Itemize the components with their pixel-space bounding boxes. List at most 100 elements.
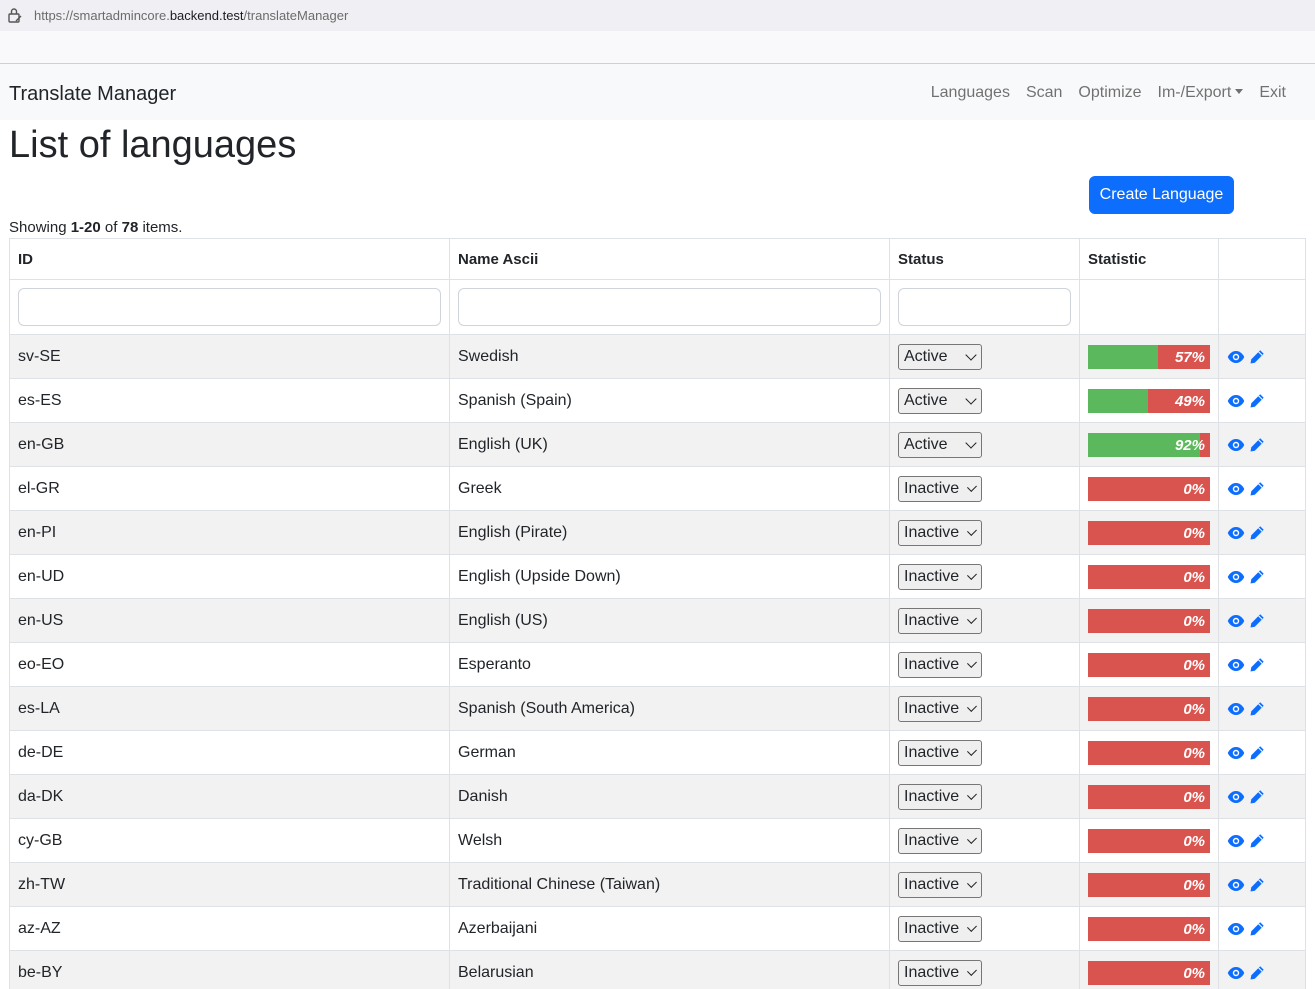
status-select[interactable]: Inactive [898, 651, 982, 678]
nav-link-scan[interactable]: Scan [1026, 84, 1062, 102]
edit-link[interactable] [1249, 569, 1265, 585]
nav-link-exit[interactable]: Exit [1259, 84, 1286, 102]
view-link[interactable] [1227, 658, 1245, 672]
eye-icon [1227, 570, 1245, 583]
status-select[interactable]: Inactive [898, 475, 982, 502]
cell-id: be-BY [9, 950, 450, 989]
edit-link[interactable] [1249, 349, 1265, 365]
cell-name: Swedish [449, 334, 890, 379]
pencil-icon [1250, 789, 1264, 803]
column-header-id[interactable]: ID [9, 238, 450, 280]
cell-name: Belarusian [449, 950, 890, 989]
cell-statistic: 0% [1079, 466, 1219, 511]
edit-link[interactable] [1249, 393, 1265, 409]
summary-mid: of [100, 219, 122, 236]
pencil-icon [1250, 965, 1264, 979]
status-select[interactable]: Inactive [898, 739, 982, 766]
cell-actions [1218, 730, 1306, 775]
edit-link[interactable] [1249, 525, 1265, 541]
edit-link[interactable] [1249, 877, 1265, 893]
pencil-icon [1250, 393, 1264, 407]
view-link[interactable] [1227, 746, 1245, 760]
filter-status-input[interactable] [898, 288, 1071, 326]
status-select[interactable]: Inactive [898, 871, 982, 898]
cell-status: Active [889, 334, 1080, 379]
view-link[interactable] [1227, 922, 1245, 936]
view-link[interactable] [1227, 614, 1245, 628]
status-select[interactable]: Active [898, 387, 982, 414]
table-header-row: ID Name Ascii Status Statistic [9, 238, 1306, 280]
view-link[interactable] [1227, 834, 1245, 848]
filter-cell-actions [1218, 279, 1306, 335]
cell-actions [1218, 334, 1306, 379]
status-select[interactable]: Inactive [898, 915, 982, 942]
cell-statistic: 0% [1079, 510, 1219, 555]
status-select[interactable]: Inactive [898, 783, 982, 810]
view-link[interactable] [1227, 966, 1245, 980]
edit-link[interactable] [1249, 481, 1265, 497]
view-link[interactable] [1227, 394, 1245, 408]
status-value: Active [904, 391, 948, 409]
edit-link[interactable] [1249, 745, 1265, 761]
status-select[interactable]: Inactive [898, 607, 982, 634]
edit-link[interactable] [1249, 965, 1265, 981]
view-link[interactable] [1227, 790, 1245, 804]
status-select[interactable]: Inactive [898, 563, 982, 590]
navbar-brand[interactable]: Translate Manager [9, 83, 176, 106]
filter-name-input[interactable] [458, 288, 881, 326]
progress-label: 0% [1183, 524, 1205, 542]
nav-link-optimize[interactable]: Optimize [1078, 84, 1141, 102]
chevron-down-icon [967, 965, 977, 976]
edit-link[interactable] [1249, 613, 1265, 629]
status-select[interactable]: Active [898, 343, 982, 370]
view-link[interactable] [1227, 570, 1245, 584]
url-text[interactable]: https://smartadmincore.backend.test/tran… [34, 8, 348, 23]
progress-bar: 49% [1088, 388, 1210, 413]
status-select[interactable]: Inactive [898, 959, 982, 986]
status-value: Active [904, 435, 948, 453]
edit-link[interactable] [1249, 437, 1265, 453]
filter-id-input[interactable] [18, 288, 441, 326]
create-language-button[interactable]: Create Language [1089, 176, 1234, 214]
view-link[interactable] [1227, 878, 1245, 892]
progress-fill [1088, 344, 1158, 369]
cell-actions [1218, 950, 1306, 989]
status-value: Inactive [904, 567, 960, 585]
chevron-down-icon [967, 657, 977, 668]
progress-label: 0% [1183, 876, 1205, 894]
column-header-status[interactable]: Status [889, 238, 1080, 280]
edit-link[interactable] [1249, 833, 1265, 849]
filter-cell-id [9, 279, 450, 335]
view-link[interactable] [1227, 438, 1245, 452]
table-row: az-AZ Azerbaijani Inactive 0% [9, 906, 1306, 951]
status-select[interactable]: Active [898, 431, 982, 458]
view-link[interactable] [1227, 702, 1245, 716]
progress-bar: 0% [1088, 960, 1210, 985]
edit-link[interactable] [1249, 921, 1265, 937]
cell-status: Inactive [889, 554, 1080, 599]
table-row: sv-SE Swedish Active 57% [9, 334, 1306, 379]
status-select[interactable]: Inactive [898, 827, 982, 854]
edit-link[interactable] [1249, 789, 1265, 805]
cell-id: cy-GB [9, 818, 450, 863]
status-select[interactable]: Inactive [898, 695, 982, 722]
status-select[interactable]: Inactive [898, 519, 982, 546]
view-link[interactable] [1227, 482, 1245, 496]
status-value: Inactive [904, 831, 960, 849]
chevron-down-icon [965, 392, 977, 405]
nav-link-languages[interactable]: Languages [931, 84, 1010, 102]
cell-status: Inactive [889, 774, 1080, 819]
nav-link-import-export-dropdown[interactable]: Im-/Export [1158, 84, 1244, 102]
column-header-name-ascii[interactable]: Name Ascii [449, 238, 890, 280]
edit-link[interactable] [1249, 657, 1265, 673]
status-value: Inactive [904, 479, 960, 497]
browser-address-bar[interactable]: https://smartadmincore.backend.test/tran… [0, 0, 1315, 31]
edit-link[interactable] [1249, 701, 1265, 717]
cell-id: da-DK [9, 774, 450, 819]
view-link[interactable] [1227, 350, 1245, 364]
view-link[interactable] [1227, 526, 1245, 540]
progress-fill [1088, 388, 1148, 413]
page-title: List of languages [9, 124, 297, 166]
cell-statistic: 0% [1079, 598, 1219, 643]
table-row: el-GR Greek Inactive 0% [9, 466, 1306, 511]
